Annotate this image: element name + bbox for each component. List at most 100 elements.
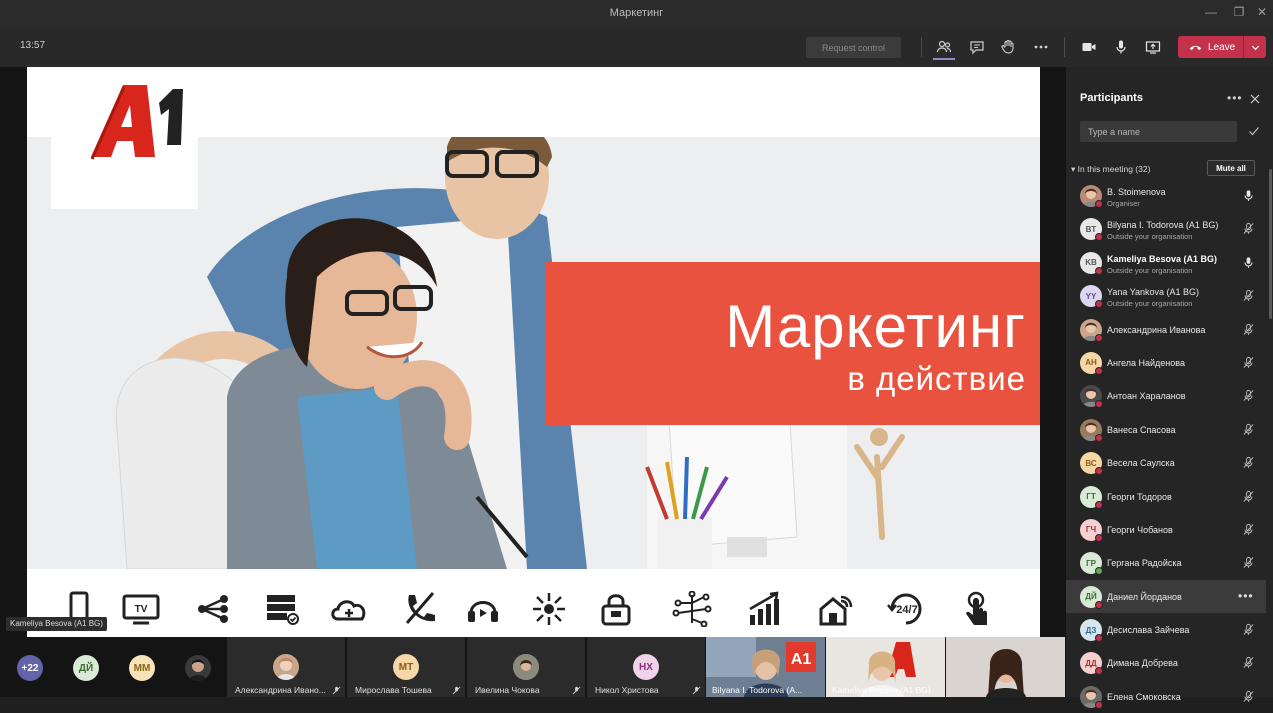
participant-strip: +22 ДЙ ММ Александрина Ивано... МТ Мирос… — [0, 637, 1066, 697]
lock-icon — [601, 594, 631, 626]
microphone-icon[interactable] — [1110, 37, 1132, 57]
participant-tile[interactable]: Александрина Ивано... — [227, 637, 345, 697]
participants-icon[interactable] — [933, 37, 955, 57]
tile-avatar-photo — [273, 654, 299, 680]
leave-main[interactable]: Leave — [1178, 36, 1244, 58]
muted-mic-icon[interactable] — [1242, 323, 1255, 336]
video-tile[interactable] — [946, 637, 1065, 697]
participant-tile[interactable]: НХ Никол Христова — [587, 637, 705, 697]
presence-status-dot — [1095, 467, 1103, 476]
participant-more-options-icon[interactable]: ••• — [1238, 589, 1254, 603]
svg-text:TV: TV — [135, 604, 148, 615]
chart-icon — [749, 591, 779, 625]
muted-mic-icon[interactable] — [1242, 222, 1255, 235]
participant-tile[interactable]: Ивелина Чокова — [467, 637, 585, 697]
participant-row[interactable]: Антоан Хараланов — [1066, 379, 1266, 412]
cloud-icon — [331, 600, 366, 621]
microphone-icon[interactable] — [1242, 189, 1255, 202]
chat-icon[interactable] — [966, 37, 988, 57]
participant-row[interactable]: ГТ Георги Тодоров — [1066, 480, 1266, 513]
server-icon — [267, 595, 299, 625]
presence-status-dot — [1095, 500, 1103, 509]
participants-panel: Participants ••• ▾ In this meeting (32) … — [1066, 67, 1273, 709]
muted-mic-icon — [332, 686, 341, 695]
participant-row[interactable]: YY Yana Yankova (A1 BG) Outside your organ… — [1066, 279, 1266, 312]
participant-name: Димана Добрева — [1107, 658, 1178, 669]
muted-mic-icon[interactable] — [1242, 389, 1255, 402]
muted-mic-icon[interactable] — [1242, 356, 1255, 369]
participant-name: Георги Чобанов — [1107, 524, 1173, 535]
muted-mic-icon[interactable] — [1242, 289, 1255, 302]
panel-scrollbar[interactable] — [1269, 169, 1272, 319]
muted-mic-icon[interactable] — [1242, 523, 1255, 536]
a1-logo-icon — [90, 85, 183, 160]
participant-row[interactable]: ГР Гергана Радойска — [1066, 546, 1266, 579]
svg-text:24/7: 24/7 — [896, 604, 917, 616]
more-actions-icon[interactable] — [1030, 37, 1052, 57]
tile-name: Bilyana I. Todorova (A... — [712, 685, 803, 695]
muted-mic-icon[interactable] — [1242, 656, 1255, 669]
participant-row[interactable]: Александрина Иванова — [1066, 313, 1266, 346]
participant-row[interactable]: Елена Смоковска — [1066, 680, 1266, 713]
participant-name: Ангела Найденова — [1107, 357, 1185, 368]
panel-more-options-icon[interactable]: ••• — [1227, 91, 1243, 105]
raise-hand-icon[interactable] — [997, 37, 1019, 57]
participant-row[interactable]: АН Ангела Найденова — [1066, 346, 1266, 379]
participant-row[interactable]: KB Kameliya Besova (A1 BG) Outside your or… — [1066, 246, 1266, 279]
muted-mic-icon[interactable] — [1242, 423, 1255, 436]
participant-row[interactable]: ДЗ Десислава Зайчева — [1066, 613, 1266, 646]
participant-row[interactable]: ДЙ Даниел Йорданов ••• — [1066, 579, 1266, 614]
title-bar: Маркетинг — ❐ ✕ — [0, 0, 1273, 27]
participant-row[interactable]: B. Stoimenova Organiser — [1066, 179, 1266, 212]
request-control-button[interactable]: Request control — [806, 37, 901, 58]
muted-mic-icon[interactable] — [1242, 490, 1255, 503]
participant-search-input[interactable] — [1080, 121, 1237, 142]
participant-name: Ванеса Спасова — [1107, 424, 1176, 435]
muted-mic-icon[interactable] — [1242, 623, 1255, 636]
shared-content-stage: Маркетинг в действие TV 24/7 Kameliya Be… — [0, 67, 1066, 637]
muted-mic-icon[interactable] — [1242, 456, 1255, 469]
meeting-section-header[interactable]: ▾ In this meeting (32) — [1071, 164, 1150, 175]
presence-status-dot — [1095, 700, 1103, 709]
participant-tile[interactable]: МТ Мирослава Тошева — [347, 637, 465, 697]
slide-title: Маркетинг — [725, 293, 1026, 360]
tile-avatar: НХ — [633, 654, 659, 680]
mute-all-button[interactable]: Mute all — [1207, 160, 1255, 176]
strip-avatar[interactable]: ДЙ — [73, 655, 99, 681]
microphone-icon[interactable] — [1242, 256, 1255, 269]
presence-status-dot — [1095, 333, 1103, 342]
muted-mic-icon — [692, 686, 701, 695]
hang-up-icon — [1189, 45, 1202, 50]
support-24-7-icon: 24/7 — [887, 593, 922, 625]
overflow-participants-badge[interactable]: +22 — [17, 655, 43, 681]
participant-row[interactable]: ВС Весела Саулска — [1066, 446, 1266, 479]
muted-mic-icon[interactable] — [1242, 556, 1255, 569]
tile-avatar: МТ — [393, 654, 419, 680]
minimize-icon[interactable]: — — [1203, 5, 1219, 19]
presentation-slide: Маркетинг в действие TV 24/7 — [27, 67, 1040, 637]
close-window-icon[interactable]: ✕ — [1254, 5, 1270, 19]
participant-row[interactable]: Ванеса Спасова — [1066, 413, 1266, 446]
participant-row[interactable]: ДД Димана Добрева — [1066, 646, 1266, 679]
panel-close-icon[interactable] — [1249, 93, 1261, 105]
participant-row[interactable]: BT Bilyana I. Todorova (A1 BG) Outside you… — [1066, 212, 1266, 245]
video-tile[interactable]: A1 Bilyana I. Todorova (A... — [706, 637, 825, 697]
leave-button[interactable]: Leave — [1178, 36, 1266, 58]
strip-avatar-photo[interactable] — [185, 655, 211, 681]
collapse-chevron-icon: ▾ — [1071, 164, 1078, 174]
participant-row[interactable]: ГЧ Георги Чобанов — [1066, 513, 1266, 546]
share-screen-icon[interactable] — [1142, 37, 1164, 57]
participant-role: Outside your organisation — [1107, 265, 1193, 275]
strip-avatar[interactable]: ММ — [129, 655, 155, 681]
maximize-icon[interactable]: ❐ — [1231, 5, 1247, 19]
muted-mic-icon[interactable] — [1242, 690, 1255, 703]
check-icon[interactable] — [1248, 125, 1260, 137]
slide-title-banner: Маркетинг в действие — [546, 262, 1040, 425]
tile-name: Мирослава Тошева — [355, 685, 432, 695]
video-tile[interactable]: Kameliya Besova (A1 BG) — [826, 637, 945, 697]
camera-icon[interactable] — [1078, 37, 1100, 57]
leave-options-chevron-icon[interactable] — [1244, 43, 1266, 52]
tile-avatar-photo — [513, 654, 539, 680]
participant-list: B. Stoimenova Organiser BT Bilyana I. Todor… — [1066, 179, 1266, 713]
presenter-name-tag: Kameliya Besova (A1 BG) — [6, 617, 107, 631]
